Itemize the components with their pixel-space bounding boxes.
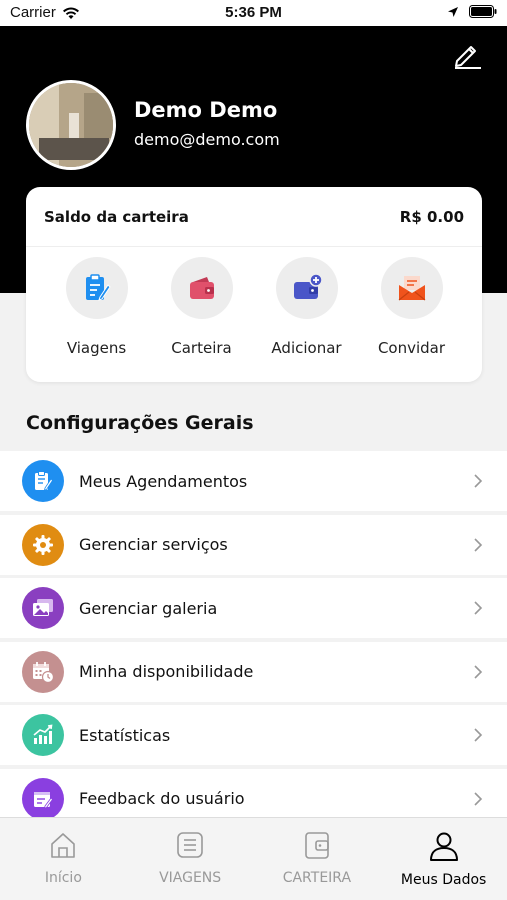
tab-meus-dados[interactable]: Meus Dados [380,818,507,900]
chevron-right-icon [474,791,483,806]
tab-inicio[interactable]: Início [0,818,127,900]
chevron-right-icon [474,664,483,679]
row-label: Minha disponibilidade [79,662,254,681]
action-icon-circle [380,257,443,319]
action-viagens[interactable]: Viagens [44,257,149,357]
user-name: Demo Demo [134,98,278,122]
tab-label: VIAGENS [159,870,222,886]
row-icon-circle [22,777,64,820]
bar-chart-icon [33,724,53,744]
tab-label: Início [44,870,82,886]
row-label: Feedback do usuário [79,789,245,808]
chevron-right-icon [474,474,483,488]
home-icon [51,833,76,858]
user-icon [429,832,458,861]
tab-label: CARTEIRA [282,870,352,886]
wallet-balance-row: Saldo da carteira R$ 0.00 [26,187,482,247]
row-icon-circle [22,587,64,629]
tab-carteira[interactable]: CARTEIRA [254,818,381,900]
status-time: 5:36 PM [225,4,282,21]
user-email: demo@demo.com [134,130,280,149]
avatar[interactable] [26,80,116,170]
gear-icon [33,534,53,555]
tab-viagens[interactable]: VIAGENS [127,818,254,900]
row-label: Meus Agendamentos [79,471,248,491]
action-label: Viagens [66,339,127,357]
action-icon-circle [65,257,128,319]
action-adicionar[interactable]: Adicionar [254,257,359,357]
gallery-icon [33,599,53,616]
row-label: Estatísticas [79,725,171,745]
clipboard-edit-icon [85,274,111,301]
row-icon-circle [22,523,64,566]
row-icon-circle [22,650,64,693]
settings-title: Configurações Gerais [26,412,254,434]
wallet-label: Saldo da carteira [44,207,189,226]
row-icon-circle [22,460,64,502]
action-label: Carteira [171,339,232,357]
wallet-icon [305,832,329,859]
settings-item-gerenciar-galeria[interactable]: Gerenciar galeria [0,578,507,638]
status-bar: Carrier 5:36 PM [0,0,507,26]
tab-bar: Início VIAGENS CARTEIRA Meus Dados [0,817,507,900]
list-icon [177,832,203,858]
wallet-icon [189,277,214,299]
tab-label: Meus Dados [400,872,487,888]
calendar-clock-icon [33,661,55,683]
clipboard-edit-icon [35,471,54,491]
location-arrow-icon [448,6,458,17]
chevron-right-icon [474,537,483,552]
settings-item-gerenciar-servicos[interactable]: Gerenciar serviços [0,514,507,575]
avatar-photo [29,83,113,167]
row-label: Gerenciar serviços [79,535,228,554]
action-icon-circle [170,257,233,319]
settings-item-meus-agendamentos[interactable]: Meus Agendamentos [0,451,507,511]
feedback-form-icon [34,791,54,809]
row-label: Gerenciar galeria [79,598,218,618]
chevron-right-icon [474,601,483,615]
settings-item-minha-disponibilidade[interactable]: Minha disponibilidade [0,641,507,702]
row-icon-circle [22,714,64,756]
wallet-amount: R$ 0.00 [399,207,464,226]
settings-list: Meus Agendamentos Gerenciar serviços Ger… [0,451,507,832]
status-right [447,5,497,18]
quick-actions: Viagens Carteira Adicionar Convidar [26,247,482,357]
action-icon-circle [275,257,338,319]
envelope-invite-icon [398,276,425,301]
settings-item-estatisticas[interactable]: Estatísticas [0,705,507,765]
action-convidar[interactable]: Convidar [359,257,464,357]
action-label: Convidar [377,339,446,357]
wallet-add-icon [293,273,323,299]
wallet-card: Saldo da carteira R$ 0.00 Viagens Cartei… [26,187,482,382]
chevron-right-icon [474,728,483,742]
edit-icon[interactable] [451,38,483,70]
action-label: Adicionar [271,339,342,357]
battery-icon [469,5,497,18]
action-carteira[interactable]: Carteira [149,257,254,357]
